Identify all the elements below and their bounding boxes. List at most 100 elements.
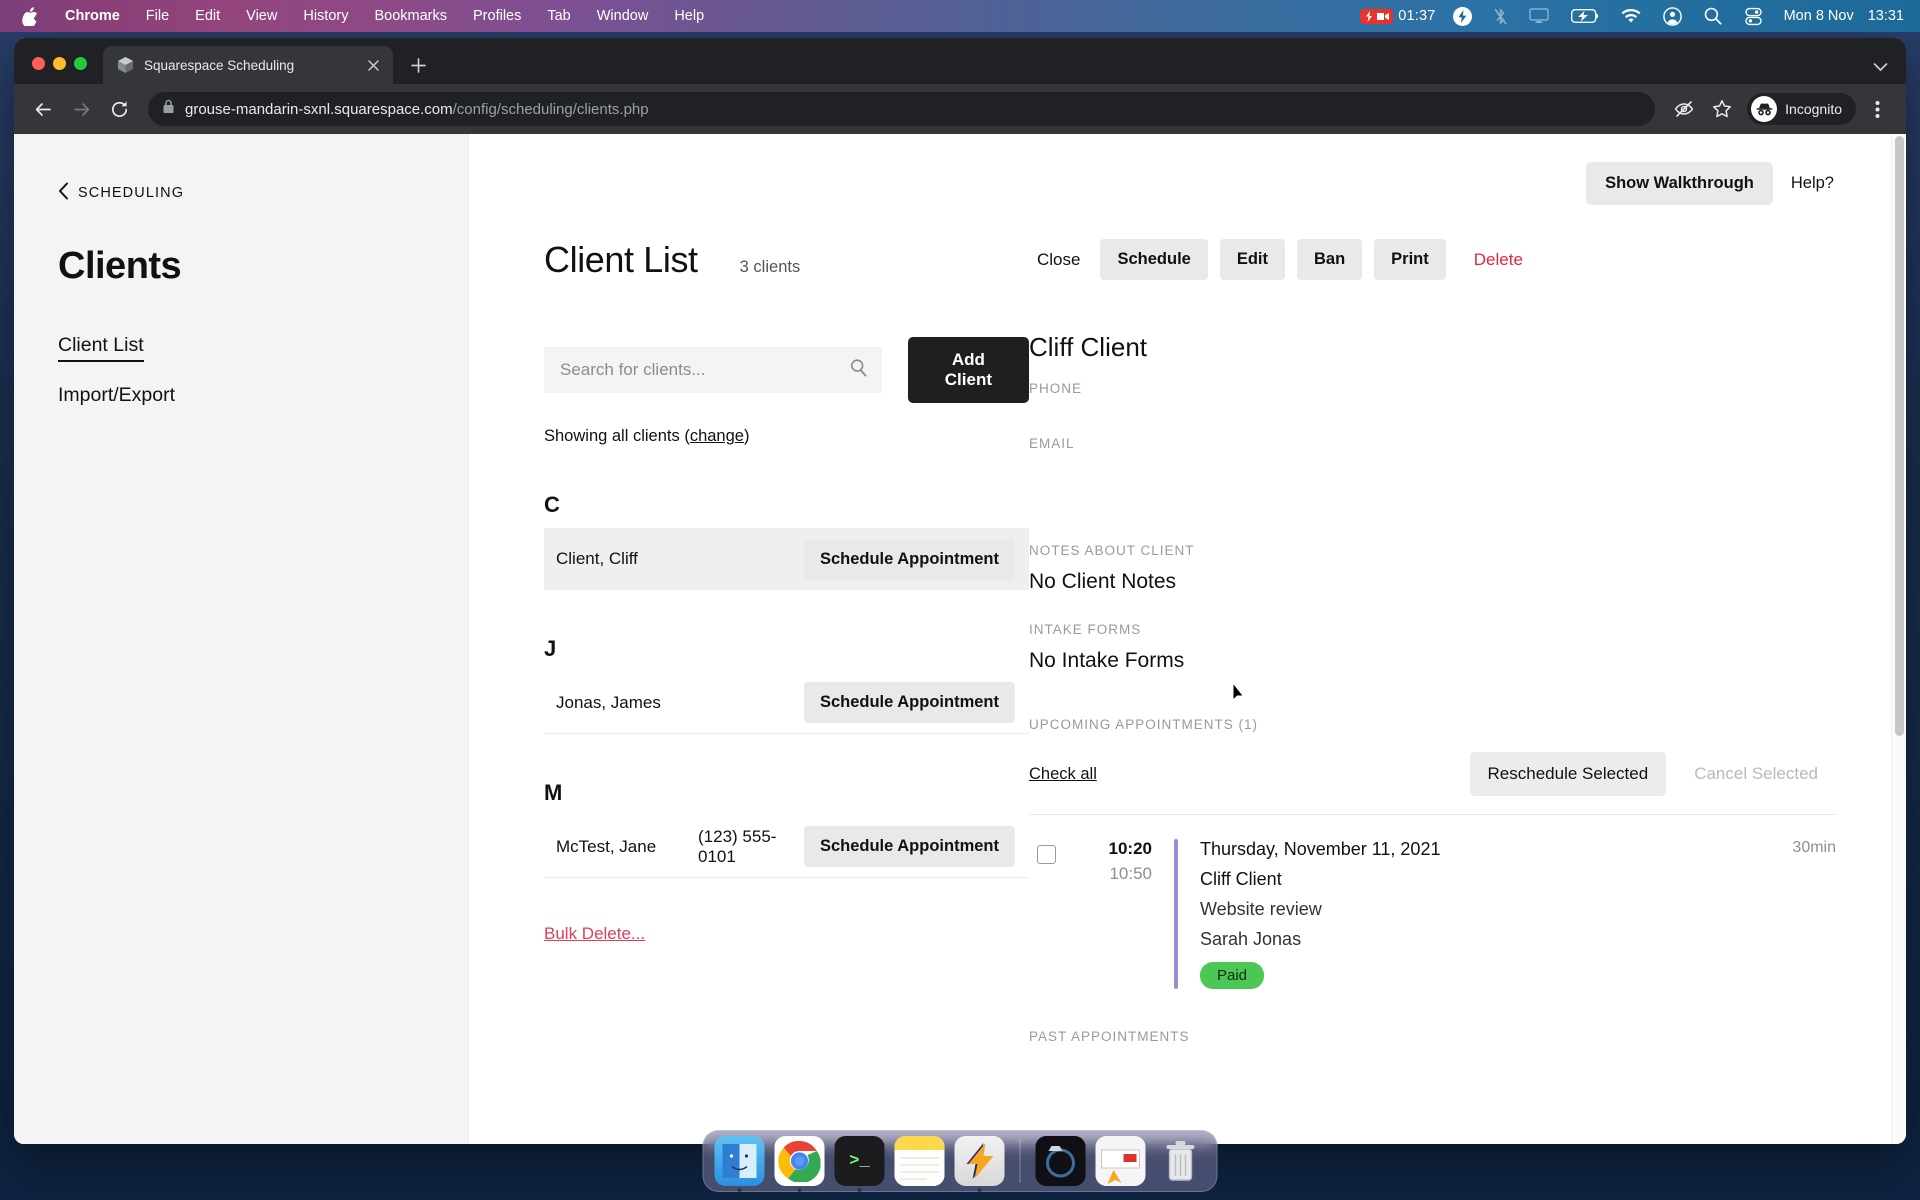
appointment-staff: Sarah Jonas (1200, 929, 1302, 949)
chevron-down-icon[interactable] (1873, 62, 1906, 84)
client-name: McTest, Jane (556, 836, 657, 856)
dock-item-mail-app[interactable] (1095, 1136, 1146, 1186)
phone-value (1029, 396, 1836, 418)
show-walkthrough-button[interactable]: Show Walkthrough (1586, 162, 1773, 205)
plus-icon[interactable] (403, 50, 433, 80)
bulk-delete-link[interactable]: Bulk Delete... (544, 924, 645, 944)
client-name: Jonas, James (556, 692, 661, 712)
schedule-appointment-button[interactable]: Schedule Appointment (803, 538, 1015, 580)
menubar-item-help[interactable]: Help (661, 0, 717, 32)
eye-slash-icon[interactable] (1667, 92, 1701, 126)
menubar-date: Mon 8 Nov (1783, 8, 1854, 24)
dock-item-bolt-app[interactable] (954, 1136, 1005, 1192)
three-dot-menu-icon[interactable] (1860, 92, 1894, 126)
dock-running-dot (737, 1188, 742, 1192)
url-domain: grouse-mandarin-sxnl.squarespace.com (185, 100, 453, 118)
dock-item-finder[interactable] (714, 1136, 765, 1192)
search-icon[interactable] (849, 358, 868, 382)
appointments-toolbar: Check all Reschedule Selected Cancel Sel… (1029, 752, 1836, 796)
delete-button[interactable]: Delete (1466, 250, 1531, 270)
help-link[interactable]: Help? (1791, 174, 1834, 193)
menubar-item-window[interactable]: Window (584, 0, 662, 32)
client-list-pane: Client List 3 clients Add Client Showing… (469, 239, 1029, 1044)
intake-forms-label: INTAKE FORMS (1029, 622, 1142, 637)
search-box[interactable] (544, 347, 882, 393)
screen-record-indicator[interactable]: 01:37 (1360, 8, 1435, 24)
browser-tab[interactable]: Squarespace Scheduling (103, 46, 393, 84)
chrome-tabstrip: Squarespace Scheduling (14, 38, 1906, 84)
menubar-item-chrome[interactable]: Chrome (52, 0, 133, 32)
table-row[interactable]: McTest, Jane (123) 555-0101 Schedule App… (544, 816, 1029, 878)
back-arrow-icon[interactable] (26, 92, 60, 126)
page-scrollbar-thumb[interactable] (1895, 136, 1904, 736)
client-detail-pane: Close Schedule Edit Ban Print Delete Cli… (1029, 239, 1906, 1044)
change-filter-link[interactable]: change (690, 427, 744, 445)
apple-logo-icon[interactable] (14, 6, 52, 26)
schedule-appointment-button[interactable]: Schedule Appointment (803, 682, 1015, 723)
status-badge: Paid (1200, 962, 1265, 989)
menubar-item-view[interactable]: View (233, 0, 290, 32)
check-all-link[interactable]: Check all (1029, 765, 1097, 784)
browser-tab-title: Squarespace Scheduling (144, 57, 295, 73)
dock-running-dot (977, 1188, 982, 1192)
table-row[interactable]: Jonas, James Schedule Appointment (544, 672, 1029, 734)
incognito-profile-chip[interactable]: Incognito (1747, 93, 1856, 125)
dock-separator (1019, 1139, 1021, 1183)
close-button[interactable]: Close (1029, 250, 1088, 270)
screen-mirroring-icon[interactable] (1518, 8, 1560, 24)
notes-label: NOTES ABOUT CLIENT (1029, 543, 1195, 558)
close-window-button[interactable] (32, 57, 45, 70)
dock-item-trash[interactable] (1156, 1136, 1206, 1186)
bolt-icon[interactable] (1442, 6, 1483, 26)
menubar-clock[interactable]: Mon 8 Nov 13:31 (1774, 8, 1904, 24)
menubar-item-tab[interactable]: Tab (534, 0, 583, 32)
battery-charging-icon[interactable] (1560, 9, 1610, 23)
notes-value: No Client Notes (1029, 570, 1177, 593)
appointment-row[interactable]: 10:20 10:50 Thursday, November 11, 2021 … (1029, 814, 1836, 989)
page-content: Show Walkthrough Help? Client List 3 cli… (469, 134, 1906, 1144)
sidebar-item-import-export[interactable]: Import/Export (58, 384, 175, 407)
page-scrollbar[interactable] (1891, 134, 1906, 1144)
dock-item-terminal[interactable]: >_ (834, 1136, 885, 1192)
menubar-item-file[interactable]: File (133, 0, 182, 32)
menubar-item-edit[interactable]: Edit (182, 0, 233, 32)
close-icon[interactable] (363, 55, 383, 75)
forward-arrow-icon[interactable] (64, 92, 98, 126)
appointment-checkbox[interactable] (1037, 845, 1056, 864)
menubar-item-profiles[interactable]: Profiles (460, 0, 534, 32)
maximize-window-button[interactable] (74, 57, 87, 70)
address-bar[interactable]: grouse-mandarin-sxnl.squarespace.com/con… (148, 92, 1656, 126)
schedule-button[interactable]: Schedule (1100, 239, 1208, 280)
dock-item-chrome[interactable] (774, 1136, 825, 1192)
menubar-item-bookmarks[interactable]: Bookmarks (361, 0, 460, 32)
reschedule-selected-button[interactable]: Reschedule Selected (1469, 752, 1667, 796)
print-button[interactable]: Print (1374, 239, 1446, 280)
reload-icon[interactable] (102, 92, 136, 126)
menubar-time: 13:31 (1867, 8, 1904, 24)
search-input[interactable] (560, 360, 849, 380)
bluetooth-off-icon[interactable] (1483, 7, 1518, 26)
menubar-item-history[interactable]: History (290, 0, 361, 32)
appointment-times: 10:20 10:50 (1096, 839, 1152, 884)
control-center-icon[interactable] (1733, 7, 1774, 26)
user-account-icon[interactable] (1652, 6, 1693, 26)
recording-timer: 01:37 (1398, 8, 1436, 24)
edit-button[interactable]: Edit (1219, 239, 1285, 280)
dock-item-notes[interactable] (894, 1136, 945, 1186)
table-row[interactable]: Client, Cliff Schedule Appointment (544, 528, 1029, 590)
schedule-appointment-button[interactable]: Schedule Appointment (803, 826, 1015, 867)
minimize-window-button[interactable] (53, 57, 66, 70)
showing-prefix: Showing all clients ( (544, 427, 690, 445)
dock-item-preview-app[interactable] (1035, 1136, 1086, 1186)
sidebar-item-client-list[interactable]: Client List (58, 334, 144, 362)
ban-button[interactable]: Ban (1297, 239, 1363, 280)
search-icon[interactable] (1693, 7, 1733, 25)
screen-record-icon (1360, 8, 1394, 24)
breadcrumb[interactable]: SCHEDULING (58, 182, 468, 203)
star-icon[interactable] (1705, 92, 1739, 126)
add-client-button[interactable]: Add Client (907, 337, 1029, 403)
dock-running-dot (797, 1188, 802, 1192)
appointment-bulk-actions: Reschedule Selected Cancel Selected (1469, 752, 1836, 796)
wifi-icon[interactable] (1610, 8, 1652, 24)
phone-label: PHONE (1029, 381, 1083, 396)
